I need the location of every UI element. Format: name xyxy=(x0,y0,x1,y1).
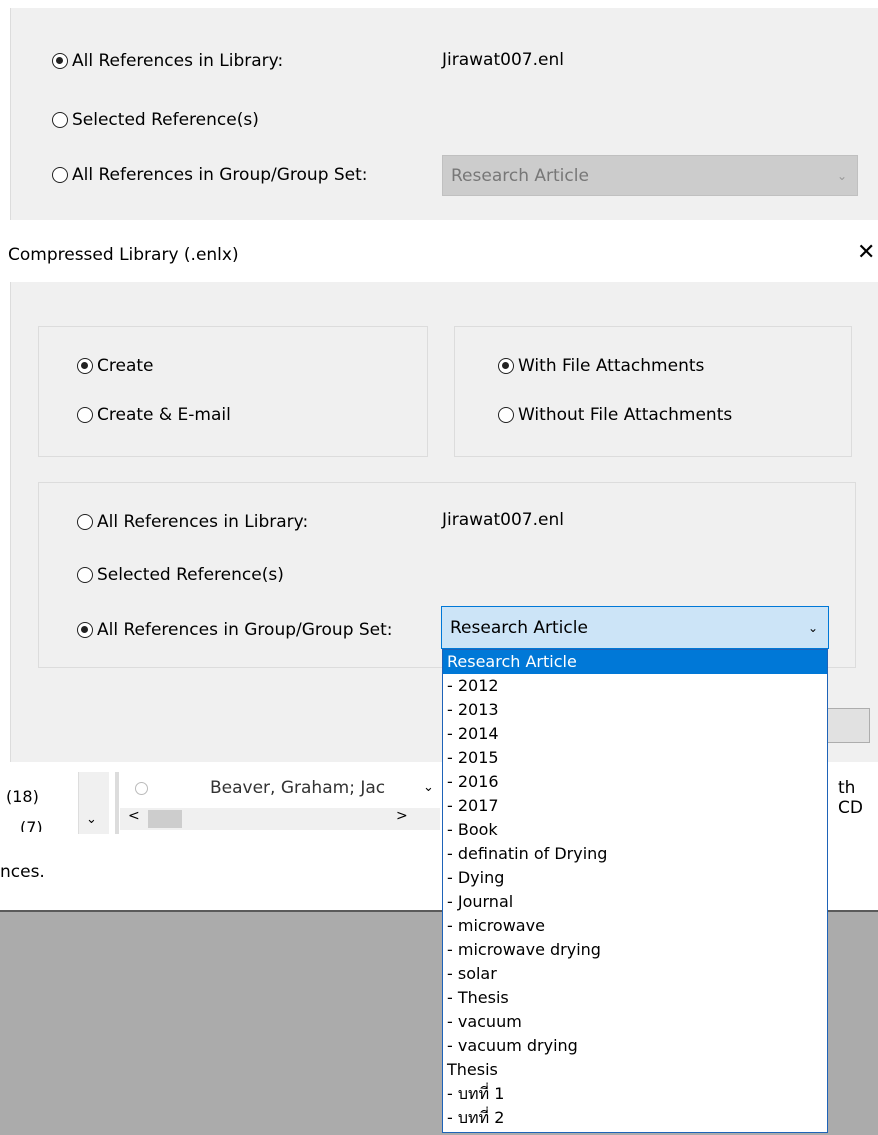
dropdown-item[interactable]: - 2012 xyxy=(443,674,827,698)
dropdown-item[interactable]: - 2014 xyxy=(443,722,827,746)
radio-unselected-icon xyxy=(77,514,93,530)
group-dropdown-list[interactable]: Research Article - 2012- 2013- 2014- 2015… xyxy=(442,649,828,1133)
dropdown-item[interactable]: - vacuum drying xyxy=(443,1034,827,1058)
dropdown-item[interactable]: - microwave xyxy=(443,914,827,938)
with-attachments-radio[interactable]: With File Attachments xyxy=(498,356,704,376)
dropdown-item[interactable]: - Book xyxy=(443,818,827,842)
group-radio[interactable]: All References in Group/Group Set: xyxy=(77,620,393,640)
dropdown-item[interactable]: - Dying xyxy=(443,866,827,890)
top-library-name: Jirawat007.enl xyxy=(442,50,564,70)
chevron-down-icon[interactable]: ⌄ xyxy=(86,812,97,827)
dropdown-item[interactable]: - 2017 xyxy=(443,794,827,818)
dropdown-item[interactable]: Thesis xyxy=(443,1058,827,1082)
dropdown-item[interactable]: - 2013 xyxy=(443,698,827,722)
attachments-group xyxy=(454,326,852,457)
group-count: (18) xyxy=(6,787,39,806)
dropdown-item[interactable]: - microwave drying xyxy=(443,938,827,962)
top-all-refs-radio[interactable]: All References in Library: xyxy=(52,51,283,71)
reference-author[interactable]: Beaver, Graham; Jac xyxy=(210,778,423,798)
library-name: Jirawat007.enl xyxy=(442,510,564,530)
status-bar-text: nces. xyxy=(0,862,45,882)
dropdown-item[interactable]: - Thesis xyxy=(443,986,827,1010)
all-refs-radio[interactable]: All References in Library: xyxy=(77,512,308,532)
dropdown-item[interactable]: - definatin of Drying xyxy=(443,842,827,866)
action-group xyxy=(38,326,428,457)
radio-unselected-icon xyxy=(77,567,93,583)
divider xyxy=(115,772,119,834)
dropdown-item[interactable]: - 2015 xyxy=(443,746,827,770)
reference-title: th CD xyxy=(838,778,863,818)
scroll-right-icon[interactable]: > xyxy=(396,808,408,824)
read-status-icon xyxy=(135,782,148,795)
radio-selected-icon xyxy=(77,622,93,638)
dropdown-item[interactable]: - Journal xyxy=(443,890,827,914)
dialog-title: Compressed Library (.enlx) xyxy=(8,245,239,265)
create-email-radio[interactable]: Create & E-mail xyxy=(77,405,231,425)
create-radio[interactable]: Create xyxy=(77,356,154,376)
selected-refs-radio[interactable]: Selected Reference(s) xyxy=(77,565,284,585)
scroll-thumb[interactable] xyxy=(148,810,182,828)
top-group-radio[interactable]: All References in Group/Group Set: xyxy=(52,165,368,185)
top-group-select[interactable]: Research Article ⌄ xyxy=(442,155,858,196)
dropdown-item[interactable]: - 2016 xyxy=(443,770,827,794)
radio-unselected-icon xyxy=(52,167,68,183)
chevron-down-icon: ⌄ xyxy=(423,780,434,795)
radio-selected-icon xyxy=(52,53,68,69)
group-count: (7) xyxy=(20,818,43,832)
dropdown-item[interactable]: - solar xyxy=(443,962,827,986)
radio-unselected-icon xyxy=(498,407,514,423)
dropdown-item[interactable]: - vacuum xyxy=(443,1010,827,1034)
chevron-down-icon: ⌄ xyxy=(807,620,818,635)
radio-unselected-icon xyxy=(52,112,68,128)
radio-selected-icon xyxy=(498,358,514,374)
close-icon[interactable]: ✕ xyxy=(857,240,875,265)
chevron-down-icon: ⌄ xyxy=(836,168,847,183)
top-selected-refs-radio[interactable]: Selected Reference(s) xyxy=(52,110,259,130)
scroll-left-icon[interactable]: < xyxy=(128,808,140,824)
radio-unselected-icon xyxy=(77,407,93,423)
without-attachments-radio[interactable]: Without File Attachments xyxy=(498,405,732,425)
dropdown-item[interactable]: Research Article xyxy=(443,650,827,674)
dropdown-item[interactable]: - บทที่ 2 xyxy=(443,1106,827,1130)
dropdown-item[interactable]: - บทที่ 1 xyxy=(443,1082,827,1106)
radio-selected-icon xyxy=(77,358,93,374)
group-select[interactable]: Research Article ⌄ xyxy=(441,606,829,649)
